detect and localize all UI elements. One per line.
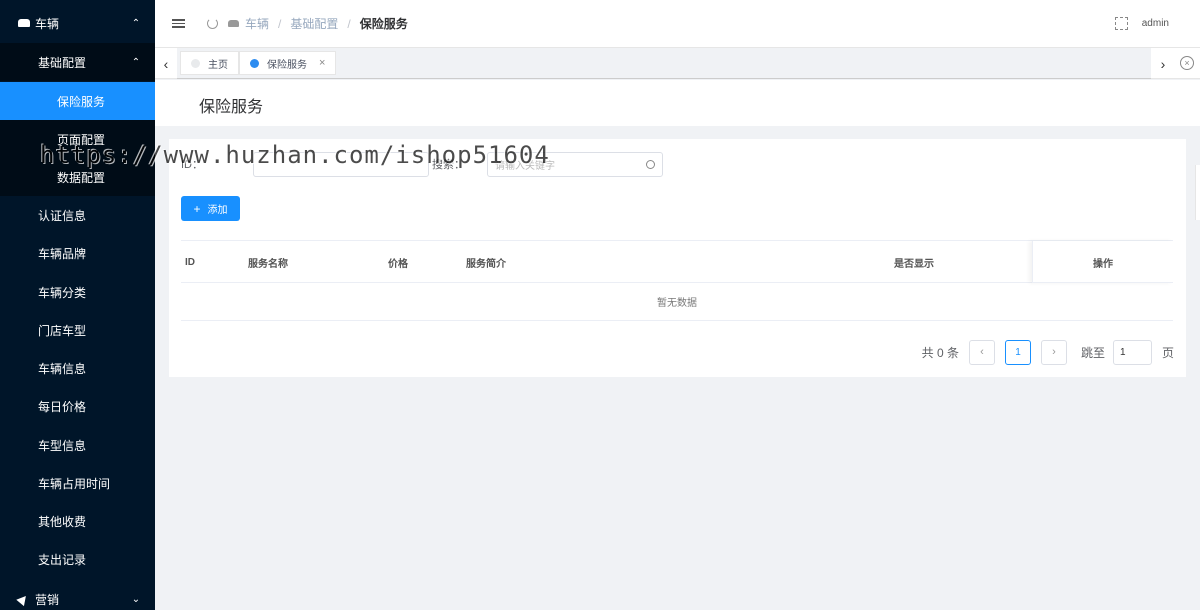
sidebar-item-auth-info[interactable]: 认证信息 <box>0 196 155 234</box>
plus-icon: + <box>193 201 201 216</box>
breadcrumb-item[interactable]: 车辆 <box>245 15 269 32</box>
refresh-icon[interactable] <box>207 18 218 29</box>
page-title: 保险服务 <box>199 99 264 116</box>
right-drawer-handle[interactable] <box>1195 165 1200 220</box>
search-icon[interactable] <box>646 159 655 169</box>
sidebar-item-label: 车辆占用时间 <box>38 476 111 491</box>
sidebar-item-label: 支出记录 <box>38 552 87 567</box>
car-icon <box>228 20 239 27</box>
tabs-scroll-left-icon[interactable]: ‹ <box>155 48 177 79</box>
jump-page-input[interactable]: 1 <box>1112 339 1152 365</box>
sidebar-item-other-fees[interactable]: 其他收费 <box>0 502 155 540</box>
column-header-id[interactable]: ID <box>185 241 195 283</box>
id-input[interactable] <box>253 151 429 177</box>
sidebar-item-occupancy-time[interactable]: 车辆占用时间 <box>0 464 155 502</box>
sidebar-item-label: 认证信息 <box>38 208 87 223</box>
sidebar-item-label: 车辆品牌 <box>38 246 87 261</box>
sidebar-menu-label: 营销 <box>35 592 60 607</box>
content-card: ID： 搜索： 请输入关键字 + 添加 ID 服务名称 价格 服务简介 是否显示… <box>169 139 1186 377</box>
page-header: 保险服务 <box>155 80 1200 126</box>
tabs-bar: ‹ 主页 保险服务 × › × <box>155 48 1200 79</box>
sidebar-item-label: 页面配置 <box>57 132 106 147</box>
chevron-up-icon: ⌃ <box>131 56 141 68</box>
sidebar-item-insurance-service[interactable]: 保险服务 <box>0 82 155 120</box>
sidebar-menu-marketing[interactable]: 营销 ⌄ <box>0 580 155 610</box>
sidebar-submenu-label: 基础配置 <box>38 55 87 70</box>
tab-insurance-service[interactable]: 保险服务 × <box>239 51 337 75</box>
sidebar-item-store-model[interactable]: 门店车型 <box>0 311 155 349</box>
sidebar-item-label: 车辆信息 <box>38 361 87 376</box>
top-header: 车辆 / 基础配置 / 保险服务 admin <box>155 0 1200 48</box>
breadcrumb: 车辆 / 基础配置 / 保险服务 <box>228 15 408 32</box>
prev-page-button[interactable]: ‹ <box>968 339 995 365</box>
sidebar-menu-vehicle[interactable]: 车辆 ⌃ <box>0 4 155 42</box>
sidebar-item-label: 其他收费 <box>38 514 87 529</box>
tab-home[interactable]: 主页 <box>180 51 239 75</box>
filter-id: ID： <box>181 151 429 177</box>
fullscreen-icon[interactable] <box>1114 17 1128 30</box>
tabs-scroll-right-icon[interactable]: › <box>1152 48 1174 79</box>
sidebar-item-model-info[interactable]: 车型信息 <box>0 426 155 464</box>
sidebar-item-label: 车辆分类 <box>38 285 87 300</box>
chevron-down-icon: ⌄ <box>131 593 141 605</box>
send-icon <box>16 592 30 606</box>
sidebar-item-label: 数据配置 <box>57 170 106 185</box>
add-button-label: 添加 <box>207 205 228 216</box>
column-header-price[interactable]: 价格 <box>388 241 408 283</box>
sidebar-item-vehicle-category[interactable]: 车辆分类 <box>0 273 155 311</box>
sidebar-menu-label: 车辆 <box>35 16 60 31</box>
breadcrumb-separator: / <box>278 16 282 31</box>
sidebar: 车辆 ⌃ 基础配置 ⌃ 保险服务 页面配置 数据配置 认证信息 车辆品牌 车辆分… <box>0 0 155 610</box>
search-input[interactable]: 请输入关键字 <box>487 151 663 177</box>
close-icon[interactable]: × <box>319 57 325 69</box>
sidebar-item-label: 每日价格 <box>38 399 87 414</box>
tab-dot-icon <box>250 58 259 68</box>
breadcrumb-separator: / <box>347 16 351 31</box>
table-empty-state: 暂无数据 <box>181 283 1173 321</box>
sidebar-item-data-config[interactable]: 数据配置 <box>0 158 155 196</box>
tabs-strip: 主页 保险服务 × <box>177 48 1151 79</box>
tab-label: 主页 <box>208 59 228 71</box>
page-number-button[interactable]: 1 <box>1004 339 1031 365</box>
sidebar-item-vehicle-info[interactable]: 车辆信息 <box>0 349 155 387</box>
breadcrumb-item[interactable]: 基础配置 <box>290 15 338 32</box>
add-button[interactable]: + 添加 <box>181 196 240 221</box>
column-header-visible[interactable]: 是否显示 <box>894 241 934 283</box>
next-page-button[interactable]: › <box>1040 339 1067 365</box>
sidebar-item-daily-price[interactable]: 每日价格 <box>0 387 155 425</box>
breadcrumb-current: 保险服务 <box>359 17 408 31</box>
page-suffix: 页 <box>1161 345 1174 360</box>
jump-label: 跳至 <box>1080 345 1105 360</box>
column-header-service-intro[interactable]: 服务简介 <box>466 241 506 283</box>
car-icon <box>18 19 30 27</box>
search-placeholder: 请输入关键字 <box>495 160 555 172</box>
tab-label: 保险服务 <box>267 59 307 71</box>
filter-id-label: ID： <box>181 159 203 171</box>
chevron-up-icon: ⌃ <box>131 17 141 29</box>
sidebar-item-vehicle-brand[interactable]: 车辆品牌 <box>0 234 155 272</box>
filter-search-label: 搜索： <box>432 159 465 171</box>
close-all-tabs-icon[interactable]: × <box>1180 56 1194 70</box>
sidebar-item-expense-records[interactable]: 支出记录 <box>0 540 155 578</box>
sidebar-item-label: 门店车型 <box>38 323 87 338</box>
sidebar-submenu-basic-config[interactable]: 基础配置 ⌃ <box>0 43 155 81</box>
column-header-service-name[interactable]: 服务名称 <box>248 241 288 283</box>
sidebar-item-label: 保险服务 <box>57 94 106 109</box>
sidebar-item-label: 车型信息 <box>38 438 87 453</box>
menu-toggle-icon[interactable] <box>172 19 185 28</box>
pagination: 共 0 条 ‹ 1 › 跳至 1 页 <box>922 339 1174 365</box>
user-name[interactable]: admin <box>1142 18 1169 29</box>
tab-dot-icon <box>191 58 200 68</box>
column-header-actions: 操作 <box>1032 241 1173 283</box>
data-table: ID 服务名称 价格 服务简介 是否显示 操作 暂无数据 <box>181 240 1173 321</box>
pagination-total: 共 0 条 <box>921 345 959 360</box>
filter-search: 搜索： 请输入关键字 <box>432 151 663 177</box>
table-header: ID 服务名称 价格 服务简介 是否显示 操作 <box>181 240 1173 283</box>
sidebar-item-page-config[interactable]: 页面配置 <box>0 120 155 158</box>
